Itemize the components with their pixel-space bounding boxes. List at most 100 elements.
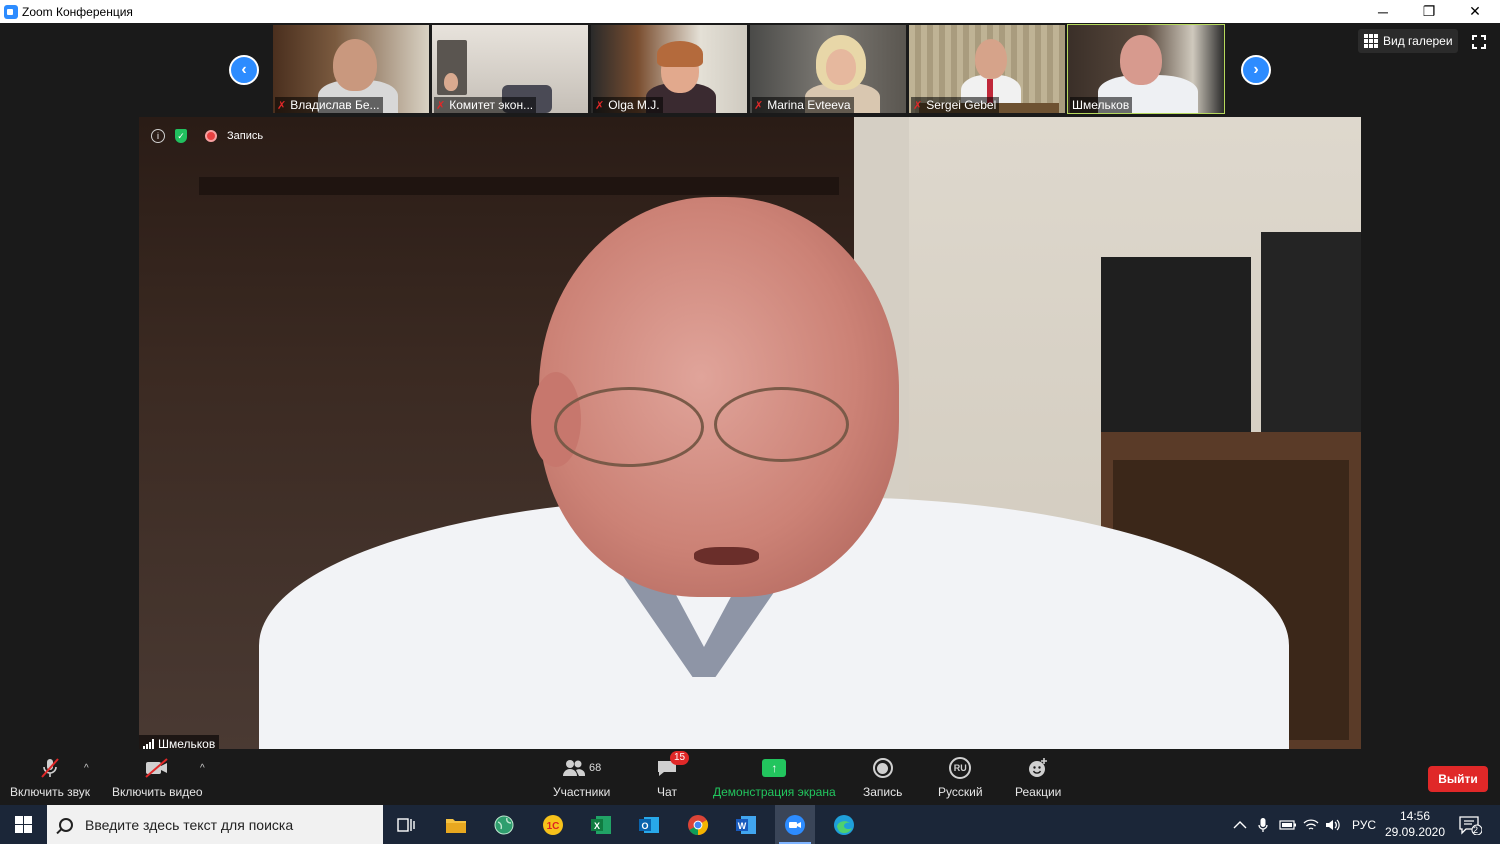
leave-meeting-button[interactable]: Выйти (1428, 766, 1488, 792)
participant-name: ✗ Sergei Gebel (911, 97, 1000, 113)
tray-chevron-icon[interactable] (1233, 805, 1247, 844)
edge-icon[interactable] (829, 810, 859, 840)
close-button[interactable]: ✕ (1452, 0, 1498, 23)
record-label: Запись (863, 785, 903, 799)
participants-label: Участники (553, 785, 611, 799)
share-screen-label: Демонстрация экрана (713, 785, 836, 799)
share-screen-icon: ↑ (762, 755, 787, 781)
input-language-indicator[interactable]: РУС (1352, 805, 1376, 844)
signal-strength-icon (143, 738, 154, 750)
mic-muted-icon (38, 755, 62, 781)
participants-count: 68 (589, 762, 602, 774)
grid-icon (1364, 34, 1378, 48)
file-explorer-icon[interactable] (441, 810, 471, 840)
1c-app-icon[interactable]: 1C (538, 810, 568, 840)
taskbar-clock[interactable]: 14:56 29.09.2020 (1380, 808, 1450, 840)
recording-icon (205, 130, 217, 142)
participant-name: ✗ Комитет экон... (434, 97, 537, 113)
language-icon: RU (949, 755, 972, 781)
participant-thumbnail[interactable]: ✗ Marina Evteeva (750, 25, 906, 113)
excel-icon[interactable]: X (586, 810, 616, 840)
svg-text:1C: 1C (547, 821, 560, 832)
participant-name: ✗ Olga M.J. (593, 97, 663, 113)
zoom-taskbar-icon[interactable] (775, 805, 815, 844)
notifications-icon[interactable]: 2 (1458, 805, 1482, 844)
start-button[interactable] (0, 805, 47, 844)
reactions-label: Реакции (1015, 785, 1062, 799)
fullscreen-icon[interactable] (1472, 35, 1486, 49)
zoom-app-icon (4, 4, 18, 19)
meeting-status-bar: i ✓ Запись (151, 129, 263, 143)
reactions-button[interactable]: Реакции (1015, 755, 1061, 799)
gallery-view-button[interactable]: Вид галереи (1358, 29, 1458, 53)
start-video-label: Включить видео (112, 785, 203, 799)
prev-page-button[interactable]: ‹ (229, 55, 259, 85)
participants-icon: 68 (562, 755, 601, 781)
chat-unread-badge: 15 (670, 751, 690, 765)
participant-thumbnail-active[interactable]: Шмельков (1067, 24, 1225, 114)
participant-thumbnail[interactable]: ✗ Комитет экон... (432, 25, 588, 113)
next-page-button[interactable]: › (1241, 55, 1271, 85)
wifi-icon[interactable] (1303, 805, 1319, 844)
record-button[interactable]: Запись (863, 755, 902, 799)
video-options-caret[interactable]: ^ (200, 763, 205, 774)
battery-icon[interactable] (1279, 805, 1297, 844)
window-title: Zoom Конференция (22, 4, 133, 19)
chrome-icon[interactable] (683, 810, 713, 840)
globe-app-icon[interactable] (489, 810, 519, 840)
notifications-count: 2 (1473, 825, 1479, 835)
mic-muted-icon: ✗ (595, 99, 605, 112)
audio-options-caret[interactable]: ^ (84, 763, 89, 774)
chat-icon: 15 (656, 751, 690, 781)
chat-button[interactable]: 15 Чат (656, 751, 690, 799)
microphone-tray-icon[interactable] (1257, 805, 1269, 844)
mic-muted-icon: ✗ (913, 99, 923, 112)
mic-muted-icon: ✗ (436, 99, 446, 112)
word-icon[interactable]: W (731, 810, 761, 840)
search-placeholder: Введите здесь текст для поиска (85, 816, 294, 833)
thumbnail-strip: ✗ Владислав Бе... ✗ Комитет экон... ✗ Olga … (273, 24, 1225, 114)
participant-name: ✗ Владислав Бе... (275, 97, 383, 113)
outlook-icon[interactable]: O (634, 810, 664, 840)
emoji-plus-icon (1026, 755, 1050, 781)
participant-thumbnail[interactable]: ✗ Olga M.J. (591, 25, 747, 113)
active-speaker-video: i ✓ Запись Шмельков (139, 117, 1361, 753)
share-screen-button[interactable]: ↑ Демонстрация экрана (713, 755, 836, 799)
participants-button[interactable]: 68 Участники (553, 755, 610, 799)
volume-icon[interactable] (1325, 805, 1341, 844)
search-icon (59, 817, 73, 832)
participant-thumbnail[interactable]: ✗ Sergei Gebel (909, 25, 1065, 113)
gallery-view-label: Вид галереи (1383, 34, 1453, 48)
svg-text:O: O (641, 821, 648, 831)
windows-taskbar: Введите здесь текст для поиска 1C X O W (0, 805, 1500, 844)
clock-date: 29.09.2020 (1384, 825, 1446, 839)
participant-thumbnail[interactable]: ✗ Владислав Бе... (273, 25, 429, 113)
chevron-left-icon: ‹ (241, 61, 247, 78)
mic-muted-icon: ✗ (277, 99, 287, 112)
camera-off-icon (143, 755, 171, 781)
security-shield-icon[interactable]: ✓ (175, 129, 187, 143)
info-icon[interactable]: i (151, 129, 165, 143)
task-view-icon[interactable] (391, 810, 421, 840)
language-button[interactable]: RU Русский (938, 755, 983, 799)
clock-time: 14:56 (1399, 809, 1431, 823)
record-icon (872, 755, 893, 781)
meeting-area: ‹ ✗ Владислав Бе... ✗ Комитет экон... ✗ Olg… (0, 23, 1500, 753)
restore-button[interactable]: ❐ (1406, 0, 1452, 23)
svg-text:X: X (594, 821, 600, 831)
svg-text:W: W (738, 821, 747, 831)
taskbar-search-box[interactable]: Введите здесь текст для поиска (47, 805, 383, 844)
language-label: Русский (938, 785, 983, 799)
start-video-button[interactable]: Включить видео (112, 755, 203, 799)
minimize-button[interactable]: ─ (1360, 0, 1406, 23)
unmute-button[interactable]: Включить звук (10, 755, 90, 799)
participant-name: ✗ Marina Evteeva (752, 97, 854, 113)
mic-muted-icon: ✗ (754, 99, 764, 112)
chat-label: Чат (657, 785, 677, 799)
title-bar: Zoom Конференция ─ ❐ ✕ (0, 0, 1500, 23)
recording-label: Запись (227, 130, 264, 142)
windows-logo-icon (15, 816, 32, 833)
chevron-right-icon: › (1253, 61, 1259, 78)
unmute-label: Включить звук (10, 785, 91, 799)
participant-name: Шмельков (1070, 97, 1133, 113)
